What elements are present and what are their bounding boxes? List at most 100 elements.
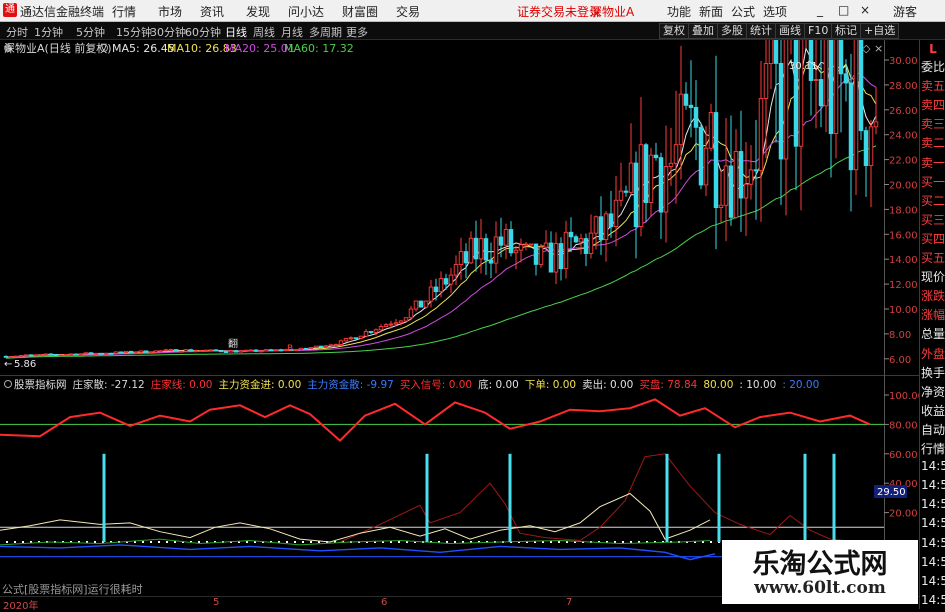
- candle-body: [93, 352, 99, 355]
- mark-button[interactable]: 标记: [831, 23, 861, 39]
- candle-body: [273, 349, 279, 352]
- multi-stock-button[interactable]: 多股: [717, 23, 747, 39]
- sidebar-item-19[interactable]: 自动: [921, 421, 945, 438]
- sidebar-item-26[interactable]: 14:50: [921, 555, 945, 569]
- sidebar-item-12[interactable]: 涨跌: [921, 287, 945, 304]
- close-pane-icon[interactable]: ×: [874, 42, 883, 55]
- maximize-button[interactable]: □: [838, 3, 849, 17]
- sidebar-item-0[interactable]: 委比: [921, 58, 945, 75]
- menu-item-news[interactable]: 资讯: [200, 3, 224, 20]
- overlay-button[interactable]: 叠加: [688, 23, 718, 39]
- f10-button[interactable]: F10: [804, 23, 833, 39]
- candle-body: [413, 300, 419, 310]
- candle-body: [678, 93, 684, 146]
- candle-body: [843, 73, 849, 84]
- period-30min[interactable]: 30分钟: [150, 24, 186, 40]
- sidebar-item-23[interactable]: 14:50: [921, 497, 945, 511]
- sidebar-item-27[interactable]: 14:50: [921, 574, 945, 588]
- candle-body: [123, 350, 129, 353]
- draw-line-button[interactable]: 画线: [775, 23, 805, 39]
- sidebar-item-6[interactable]: 买一: [921, 173, 945, 190]
- chart-area[interactable]: 深物业A(日线 前复权) MA5: 26.45 MA10: 26.83 MA20…: [0, 40, 919, 596]
- candle-body: [513, 249, 519, 254]
- menu-item-functions[interactable]: 功能: [667, 3, 691, 20]
- sidebar-item-17[interactable]: 净资: [921, 383, 945, 400]
- period-timeshare[interactable]: 分时: [6, 24, 28, 40]
- candle-body: [478, 238, 484, 260]
- period-daily[interactable]: 日线: [225, 24, 247, 40]
- collapse-icon[interactable]: ◇: [862, 42, 871, 55]
- candle-body: [798, 40, 804, 147]
- minimize-button[interactable]: _: [817, 3, 823, 17]
- candle-body: [533, 243, 539, 265]
- candle-body: [693, 107, 699, 128]
- restore-rights-button[interactable]: 复权: [659, 23, 689, 39]
- watermark-logo: 乐淘公式网 www.60lt.com: [722, 540, 918, 604]
- menu-item-discover[interactable]: 发现: [246, 3, 270, 20]
- candlestick-series: [3, 40, 879, 359]
- indicator-field-7: 卖出: 0.00: [582, 378, 633, 391]
- sidebar-item-25[interactable]: 14:50: [921, 536, 945, 550]
- menu-item-wealth[interactable]: 财富圈: [342, 3, 378, 20]
- menu-item-exchange[interactable]: 市场: [158, 3, 182, 20]
- candle-body: [433, 286, 439, 293]
- menu-item-options[interactable]: 选项: [763, 3, 787, 20]
- sidebar-item-10[interactable]: 买五: [921, 249, 945, 266]
- indicator-tick-label: 60.00: [889, 450, 918, 461]
- menu-item-assistant[interactable]: 问小达: [288, 3, 324, 20]
- candle-body: [743, 183, 749, 199]
- candle-body: [203, 349, 209, 352]
- sidebar-item-1[interactable]: 卖五: [921, 77, 945, 94]
- login-alert[interactable]: 证券交易未登录: [517, 3, 601, 20]
- sidebar-item-14[interactable]: 总量: [921, 325, 945, 342]
- menu-item-market[interactable]: 行情: [112, 3, 136, 20]
- sidebar-item-24[interactable]: 14:50: [921, 516, 945, 530]
- candle-body: [278, 349, 284, 352]
- sidebar-item-5[interactable]: 卖一: [921, 154, 945, 171]
- watermark-url: www.60lt.com: [754, 578, 886, 598]
- sidebar-item-9[interactable]: 买四: [921, 230, 945, 247]
- menu-item-new-page[interactable]: 新面: [699, 3, 723, 20]
- sidebar-item-20[interactable]: 行情: [921, 440, 945, 457]
- indicator-legend: 股票指标网 庄家散: -27.12 庄家线: 0.00 主力资金进: 0.00 主力资金…: [14, 378, 819, 391]
- indicator-settings-icon[interactable]: [4, 380, 12, 388]
- candle-body: [293, 349, 299, 352]
- candle-body: [613, 199, 619, 228]
- sidebar-item-7[interactable]: 买二: [921, 192, 945, 209]
- sidebar-item-16[interactable]: 换手: [921, 364, 945, 381]
- close-button[interactable]: ×: [860, 3, 870, 17]
- sidebar-item-13[interactable]: 涨幅: [921, 306, 945, 323]
- menu-item-trade[interactable]: 交易: [396, 3, 420, 20]
- sidebar-item-22[interactable]: 14:50: [921, 478, 945, 492]
- candle-body: [518, 244, 524, 251]
- app-logo-icon: 通: [3, 3, 17, 17]
- add-favorite-button[interactable]: +自选: [860, 23, 900, 39]
- period-monthly[interactable]: 月线: [281, 24, 303, 40]
- candle-body: [43, 353, 49, 356]
- sidebar-item-8[interactable]: 买三: [921, 211, 945, 228]
- sidebar-item-2[interactable]: 卖四: [921, 96, 945, 113]
- statistics-button[interactable]: 统计: [746, 23, 776, 39]
- baseline-dot: [558, 541, 560, 543]
- candle-body: [713, 112, 719, 209]
- sidebar-item-28[interactable]: 14:50: [921, 593, 945, 607]
- period-5min[interactable]: 5分钟: [76, 24, 105, 40]
- period-weekly[interactable]: 周线: [253, 24, 275, 40]
- period-1min[interactable]: 1分钟: [34, 24, 63, 40]
- period-60min[interactable]: 60分钟: [185, 24, 221, 40]
- period-15min[interactable]: 15分钟: [116, 24, 152, 40]
- sidebar-item-11[interactable]: 现价: [921, 268, 945, 285]
- sidebar-item-21[interactable]: 14:50: [921, 459, 945, 473]
- sidebar-item-4[interactable]: 卖二: [921, 134, 945, 151]
- sidebar-item-15[interactable]: 外盘: [921, 345, 945, 362]
- guest-label[interactable]: 游客: [893, 3, 917, 20]
- period-more[interactable]: 更多: [346, 24, 368, 40]
- indicator-field-10: : 10.00: [739, 379, 776, 391]
- sidebar-item-3[interactable]: 卖三: [921, 115, 945, 132]
- sidebar-item-18[interactable]: 收益: [921, 402, 945, 419]
- period-toolbar: 分时 1分钟 5分钟 15分钟 30分钟 60分钟 日线 周线 月线 多周期 更…: [0, 22, 945, 40]
- menu-item-formula[interactable]: 公式: [731, 3, 755, 20]
- period-multi[interactable]: 多周期: [309, 24, 342, 40]
- candle-body: [818, 79, 824, 107]
- candle-body: [178, 350, 184, 353]
